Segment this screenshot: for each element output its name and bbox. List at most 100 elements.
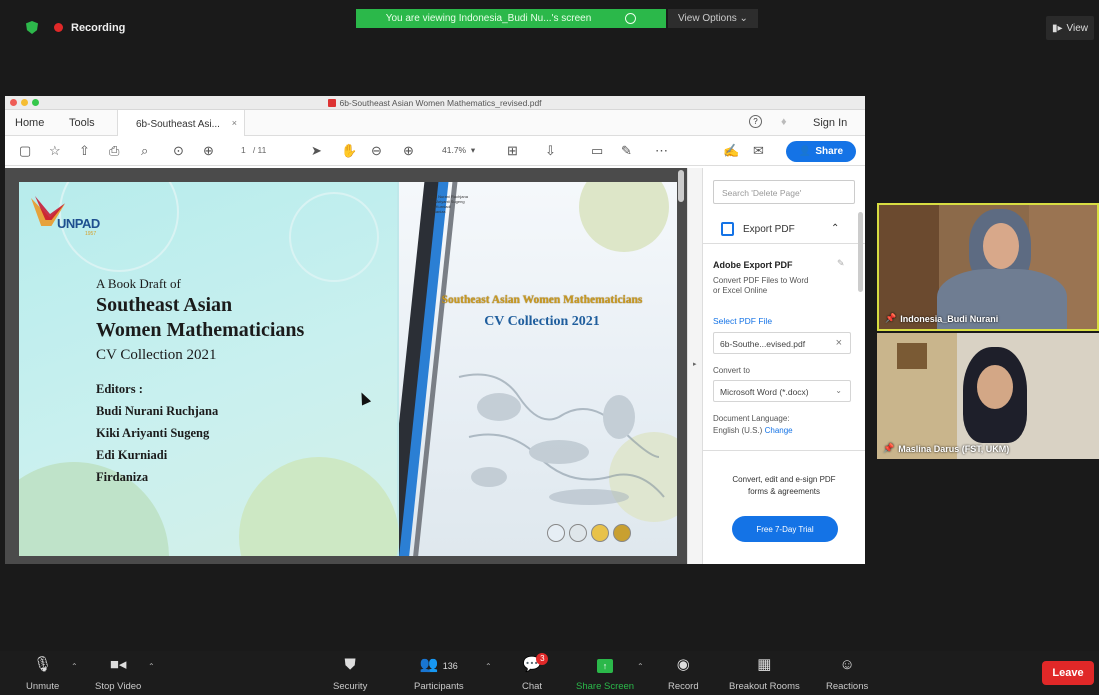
leave-button[interactable]: Leave	[1042, 661, 1094, 685]
view-options-button[interactable]: View Options ⌄	[668, 9, 758, 28]
zoom-value: 41.7%	[442, 145, 467, 155]
search-icon[interactable]: ⌕	[141, 143, 148, 159]
gallery-icon: ▮▸	[1051, 22, 1063, 34]
viewing-text: You are viewing Indonesia_Budi Nu...'s s…	[385, 13, 592, 24]
chat-button[interactable]: 💬 3 Chat	[522, 653, 549, 692]
share-screen-button[interactable]: ↑ Share Screen	[576, 655, 634, 692]
participant-name-tag: 📌 Indonesia_Budi Nurani	[885, 313, 998, 324]
participant-video-active[interactable]: 📌 Indonesia_Budi Nurani	[877, 203, 1099, 331]
zoom-out-icon[interactable]: ⊖	[371, 143, 382, 159]
recording-indicator[interactable]: Recording	[26, 21, 125, 34]
editors-label: Editors :	[96, 382, 143, 396]
page-current[interactable]: 1	[241, 145, 246, 155]
fill-sign-icon[interactable]: ✍	[723, 143, 739, 159]
scroll-mode-icon[interactable]: ⇩	[545, 143, 556, 159]
tab-home[interactable]: Home	[15, 117, 44, 129]
change-language-link[interactable]: Change	[765, 426, 793, 435]
meeting-top-bar: Recording You are viewing Indonesia_Budi…	[0, 0, 1099, 56]
participants-button[interactable]: 👥 136 Participants	[414, 655, 464, 692]
share-options-icon[interactable]: ⌃	[637, 662, 644, 671]
doc-language-label: Document Language:	[713, 414, 790, 423]
divider	[703, 450, 865, 451]
unmute-button[interactable]: 🎙 Unmute	[26, 655, 59, 692]
record-label: Record	[668, 681, 699, 692]
document-scrollbar[interactable]	[678, 170, 684, 202]
bookmark-star-icon[interactable]: ☆	[49, 143, 61, 159]
chat-badge: 3	[536, 653, 549, 665]
participants-options-icon[interactable]: ⌃	[485, 662, 492, 671]
help-icon[interactable]: ?	[749, 115, 762, 128]
page-indicator[interactable]: 1 / 11	[241, 145, 266, 155]
format-value: Microsoft Word (*.docx)	[720, 387, 809, 397]
pdf-page: UNPAD 1957 A Book Draft of Southeast Asi…	[19, 182, 677, 556]
email-icon[interactable]: ✉	[753, 143, 764, 159]
export-pdf-header[interactable]: Export PDF ⌃	[703, 214, 865, 244]
logo-subtext: 1957	[85, 231, 97, 237]
print-icon[interactable]: ⎙	[109, 143, 119, 159]
participant-face	[983, 223, 1019, 269]
panel-splitter[interactable]: ▸	[687, 168, 703, 564]
reactions-icon: ☺	[839, 656, 855, 673]
adobe-export-desc: Convert PDF Files to Word	[713, 276, 809, 285]
remove-file-icon[interactable]: ×	[836, 337, 842, 349]
fit-page-icon[interactable]: ⊞	[507, 143, 518, 159]
book-draft-panel: UNPAD 1957 A Book Draft of Southeast Asi…	[19, 182, 399, 556]
select-cursor-icon[interactable]: ➤	[311, 143, 322, 159]
security-label: Security	[333, 681, 368, 692]
editor-name: Kiki Ariyanti Sugeng	[96, 426, 210, 440]
save-icon[interactable]: ▢	[19, 143, 31, 159]
participant-video[interactable]: 📌 Maslina Darus (FST, UKM)	[877, 333, 1099, 459]
participant-name: Indonesia_Budi Nurani	[900, 313, 999, 324]
view-button[interactable]: ▮▸ View	[1046, 16, 1094, 40]
comment-icon[interactable]: ▭	[591, 143, 603, 159]
close-window-icon[interactable]	[10, 99, 17, 106]
share-button[interactable]: 👤 Share	[786, 141, 856, 162]
doc-language-value: English (U.S.)	[713, 426, 763, 435]
stop-video-button[interactable]: ■◂ Stop Video	[95, 655, 141, 692]
previous-page-icon[interactable]: ⊙	[173, 143, 184, 159]
panel-scrollbar[interactable]	[858, 212, 863, 292]
video-options-icon[interactable]: ⌃	[148, 662, 155, 671]
next-page-icon[interactable]: ⊕	[203, 143, 214, 159]
editor-name: Firdaniza	[96, 470, 149, 484]
notification-bell-icon[interactable]: ♦	[781, 116, 787, 128]
expand-panel-icon[interactable]: ▸	[693, 360, 697, 368]
pen-icon[interactable]: ✎	[621, 143, 632, 159]
record-button[interactable]: ◉ Record	[668, 655, 699, 692]
chat-icon: 💬 3	[523, 653, 549, 675]
seal-icon	[547, 524, 565, 542]
tools-right-panel: Search 'Delete Page' Export PDF ⌃ Adobe …	[703, 168, 865, 564]
tab-tools[interactable]: Tools	[69, 117, 95, 129]
upload-icon[interactable]: ⇧	[79, 143, 90, 159]
zoom-level-select[interactable]: 41.7% ▾	[442, 145, 475, 156]
selected-file-field[interactable]: 6b-Southe...evised.pdf ×	[713, 332, 851, 354]
book-title-line2: Women Mathematicians	[96, 319, 305, 341]
sign-in-link[interactable]: Sign In	[813, 117, 847, 129]
seal-icon	[591, 524, 609, 542]
more-tools-icon[interactable]: ⋯	[655, 143, 668, 159]
tools-search-input[interactable]: Search 'Delete Page'	[713, 180, 855, 204]
convert-format-select[interactable]: Microsoft Word (*.docx) ⌄	[713, 380, 851, 402]
minimize-window-icon[interactable]	[21, 99, 28, 106]
chevron-up-icon[interactable]: ⌃	[831, 223, 839, 234]
zoom-in-icon[interactable]: ⊕	[403, 143, 414, 159]
close-tab-icon[interactable]: ×	[232, 118, 237, 128]
hand-tool-icon[interactable]: ✋	[341, 143, 357, 159]
audio-options-icon[interactable]: ⌃	[71, 662, 78, 671]
adobe-export-title: Adobe Export PDF	[713, 260, 793, 270]
reactions-button[interactable]: ☺ Reactions	[826, 655, 868, 692]
security-button[interactable]: ⛊ Security	[333, 655, 367, 692]
tab-document[interactable]: 6b-Southeast Asi... ×	[117, 110, 245, 136]
breakout-rooms-button[interactable]: ▦ Breakout Rooms	[729, 655, 800, 692]
free-trial-button[interactable]: Free 7-Day Trial	[732, 516, 838, 542]
file-name: 6b-Southe...evised.pdf	[720, 339, 806, 349]
document-viewport[interactable]: UNPAD 1957 A Book Draft of Southeast Asi…	[5, 168, 687, 564]
pdf-icon	[328, 98, 337, 107]
book-title-line1: Southeast Asian	[96, 294, 233, 316]
pin-icon[interactable]: ✎	[837, 258, 845, 269]
shield-icon: ⛊	[344, 656, 356, 673]
chevron-down-icon: ⌄	[835, 386, 842, 395]
maximize-window-icon[interactable]	[32, 99, 39, 106]
participant-name-tag: 📌 Maslina Darus (FST, UKM)	[883, 443, 1009, 454]
page-total: / 11	[252, 145, 267, 155]
